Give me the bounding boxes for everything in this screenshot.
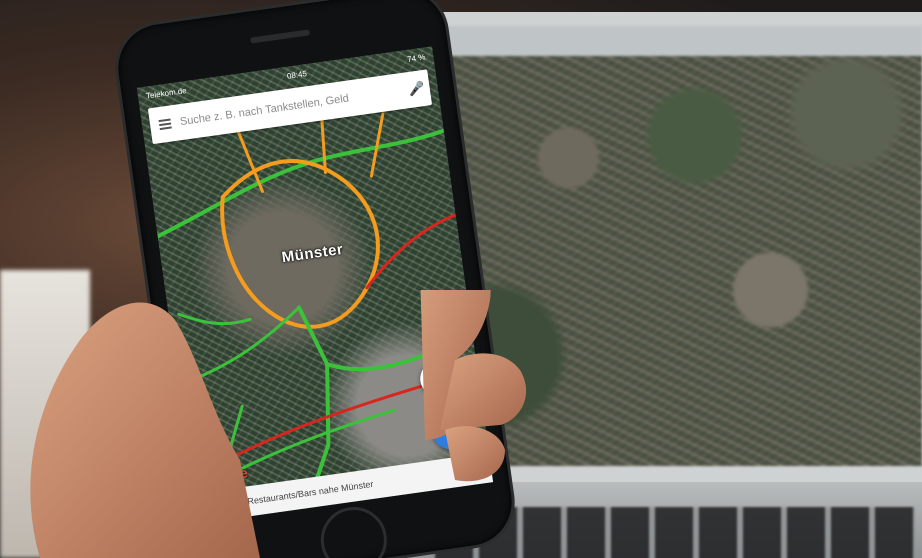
laptop-browser-bar bbox=[417, 26, 922, 56]
mic-icon[interactable]: 🎤 bbox=[401, 69, 432, 108]
menu-icon[interactable] bbox=[148, 104, 183, 144]
battery-label: 74 % bbox=[406, 51, 426, 64]
photo-scene: Telekom.de 08:45 74 % Suche z. B. nach T… bbox=[0, 0, 922, 558]
time-label: 08:45 bbox=[286, 68, 308, 81]
carrier-label: Telekom.de bbox=[145, 85, 188, 101]
phone-speaker bbox=[249, 29, 311, 44]
hand bbox=[30, 290, 527, 558]
